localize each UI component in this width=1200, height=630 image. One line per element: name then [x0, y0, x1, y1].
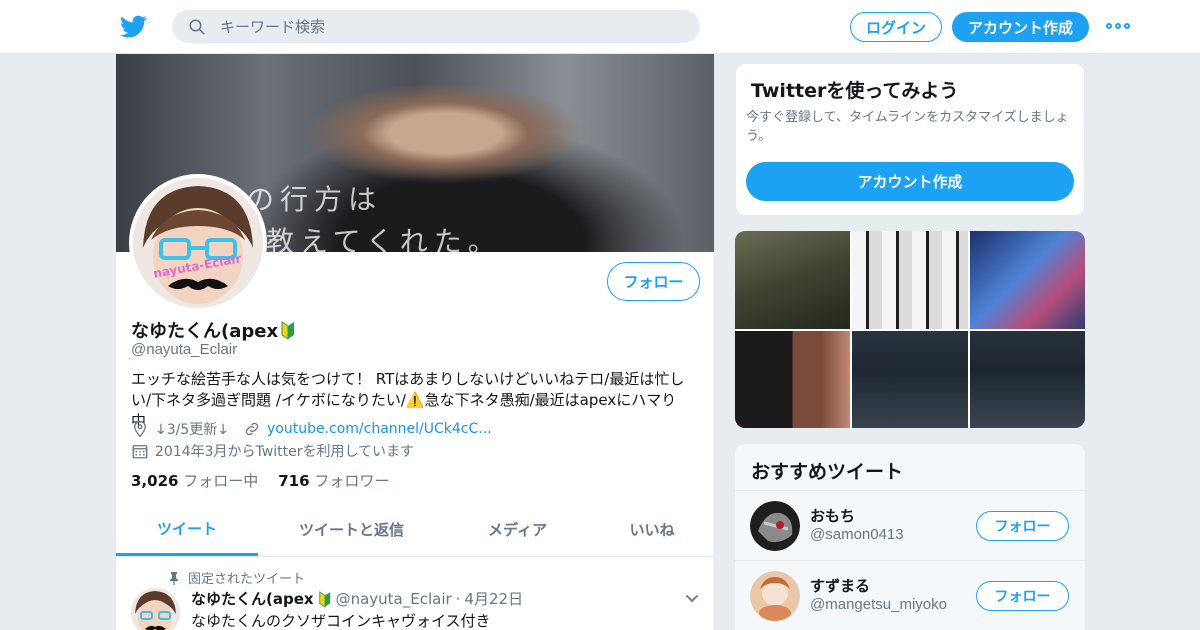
beginner-mark-icon: [281, 321, 295, 340]
signup-card-title: Twitterを使ってみよう: [751, 80, 959, 102]
tweet-header: なゆたくん(apex @nayuta_Eclair · 4月22日: [191, 588, 523, 609]
tab-tweets[interactable]: ツイート: [116, 503, 258, 556]
calendar-icon: [132, 445, 148, 459]
tab-media[interactable]: メディア: [445, 503, 590, 556]
joined-date-text: 2014年3月からTwitterを利用しています: [155, 444, 415, 460]
user-avatar[interactable]: [750, 571, 800, 621]
followers-count: 716: [278, 472, 310, 490]
following-count: 3,026: [131, 472, 179, 490]
recommended-user-name[interactable]: すずまる: [810, 575, 870, 596]
media-thumbnail[interactable]: [969, 231, 1085, 329]
following-label: フォロー中: [183, 472, 259, 490]
recommended-user-handle[interactable]: @samon0413: [810, 526, 904, 543]
tab-likes[interactable]: いいね: [590, 503, 714, 556]
recommended-user-item: おもち @samon0413 フォロー: [735, 490, 1085, 560]
follow-button[interactable]: フォロー: [976, 511, 1069, 541]
user-avatar[interactable]: [750, 501, 800, 551]
signup-card-description: 今すぐ登録して、タイムラインをカスタマイズしましょう。: [746, 110, 1069, 144]
profile-tabs: ツイート ツイートと返信 メディア いいね: [116, 503, 714, 557]
tweet-date[interactable]: 4月22日: [464, 588, 523, 609]
media-thumbnail[interactable]: [852, 330, 968, 428]
signup-prompt-card: Twitterを使ってみよう 今すぐ登録して、タイムラインをカスタマイズしましょ…: [735, 63, 1085, 216]
profile-display-name: なゆたくん(apex: [131, 317, 296, 343]
profile-stats: 3,026 フォロー中 716 フォロワー: [131, 470, 389, 491]
profile-handle: @nayuta_Eclair: [131, 341, 238, 358]
tab-tweets-and-replies[interactable]: ツイートと返信: [258, 503, 445, 556]
tweet-separator-dot: ·: [455, 589, 461, 608]
chevron-down-icon[interactable]: [684, 590, 700, 606]
location-pin-icon: [134, 420, 146, 438]
tweet-author-avatar[interactable]: [131, 588, 180, 630]
search-bar[interactable]: [172, 10, 700, 43]
website-link[interactable]: youtube.com/channel/UCk4cC...: [267, 421, 492, 437]
tweet-author-handle[interactable]: @nayuta_Eclair: [336, 590, 452, 608]
recommended-user-item: すずまる @mangetsu_miyoko フォロー: [735, 560, 1085, 630]
follow-button[interactable]: フォロー: [976, 581, 1069, 611]
follow-button[interactable]: フォロー: [607, 262, 700, 301]
tweet-avatar-illustration: [131, 588, 180, 630]
media-thumbnail[interactable]: [969, 330, 1085, 428]
location-text: ↓3/5更新↓: [155, 422, 229, 438]
top-navigation-bar: ログイン アカウント作成: [0, 0, 1200, 54]
more-options-icon[interactable]: [1106, 19, 1132, 33]
following-stat[interactable]: 3,026 フォロー中: [131, 470, 258, 491]
link-icon: [245, 422, 259, 436]
recommended-users-card: おすすめツイート おもち @samon0413 フォロー すずまる @mange…: [735, 444, 1085, 630]
tweet-text: なゆたくんのクソザコインキャヴォイス付き: [191, 612, 491, 630]
twitter-bird-icon[interactable]: [120, 13, 147, 40]
signup-card-button[interactable]: アカウント作成: [746, 162, 1074, 201]
profile-column: の行方は 教えてくれた。 nayuta-Eclair フォロー なゆたくん(ap…: [115, 54, 715, 630]
followers-label: フォロワー: [314, 472, 390, 490]
media-thumbnail[interactable]: [735, 330, 851, 428]
banner-caption-line1: の行方は: [246, 183, 383, 216]
avatar-illustration: nayuta-Eclair: [133, 178, 263, 308]
profile-location-row: ↓3/5更新↓ youtube.com/channel/UCk4cC...: [131, 419, 492, 439]
profile-avatar[interactable]: nayuta-Eclair: [129, 174, 267, 312]
media-thumbnail[interactable]: [735, 231, 851, 329]
recommended-user-name[interactable]: おもち: [810, 505, 855, 526]
banner-caption-line2: 教えてくれた。: [266, 225, 502, 252]
recommended-title: おすすめツイート: [751, 461, 904, 483]
pinned-tweet-label: 固定されたツイート: [188, 572, 306, 587]
pin-icon: [170, 571, 178, 585]
media-thumbnail[interactable]: [852, 231, 968, 329]
login-button[interactable]: ログイン: [850, 12, 942, 42]
followers-stat[interactable]: 716 フォロワー: [278, 470, 389, 491]
beginner-mark-icon: [318, 590, 330, 608]
search-input[interactable]: [220, 17, 660, 36]
profile-joined-row: 2014年3月からTwitterを利用しています: [131, 441, 414, 461]
tweet-author-name[interactable]: なゆたくん(apex: [191, 588, 314, 609]
pinned-tweet-label-row: 固定されたツイート: [168, 568, 305, 587]
search-icon: [189, 19, 205, 34]
display-name-text: なゆたくん(apex: [131, 321, 279, 342]
signup-button[interactable]: アカウント作成: [952, 12, 1089, 42]
recommended-user-handle[interactable]: @mangetsu_miyoko: [810, 596, 947, 613]
media-thumbnail-grid: [735, 231, 1085, 428]
